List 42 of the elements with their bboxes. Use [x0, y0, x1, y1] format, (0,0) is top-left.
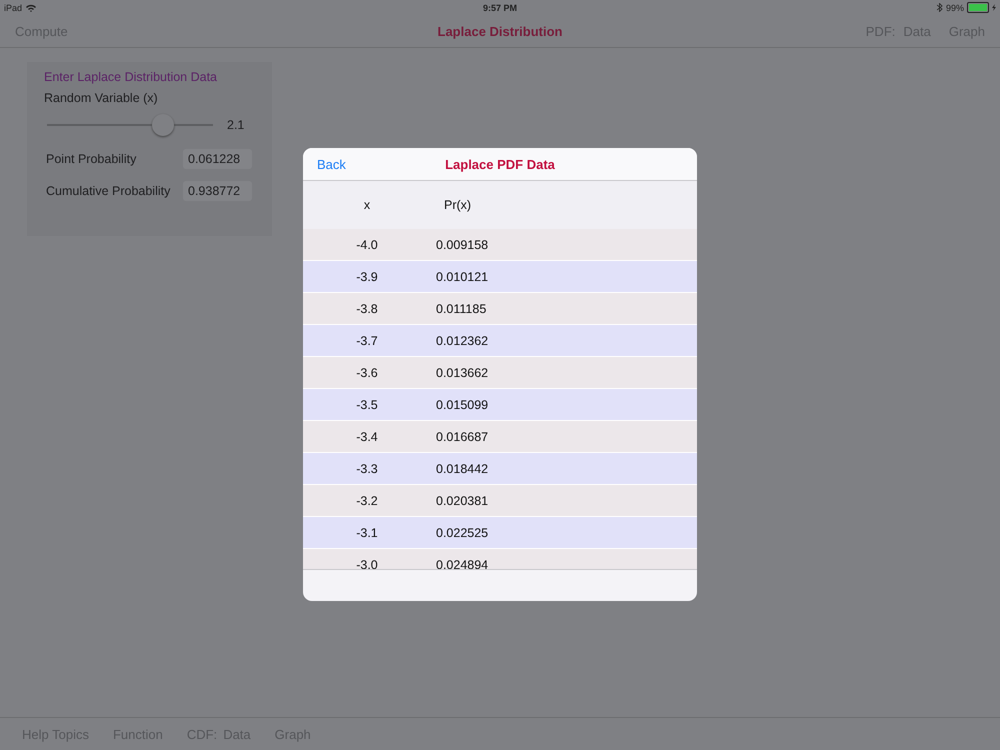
table-cell: 0.022525	[436, 526, 488, 540]
battery-icon	[967, 2, 990, 13]
table-cell-text: -3.1	[355, 526, 379, 540]
slider-label: Random Variable (x)	[44, 91, 159, 105]
screen-title: Laplace Distribution	[438, 24, 562, 38]
table-cell: 0.011185	[436, 302, 486, 316]
slider-thumb[interactable]	[152, 114, 174, 136]
table-cell: 0.020381	[436, 494, 488, 508]
table-cell-text: -3.7	[355, 334, 379, 348]
table-cell: 0.018442	[436, 462, 488, 476]
table-cell-text: -4.0	[355, 238, 379, 252]
output-field: 0.061228	[183, 149, 252, 169]
wifi-icon	[26, 4, 36, 12]
table-cell: 0.015099	[436, 398, 488, 412]
slider-value: 2.1	[227, 118, 244, 132]
clock-time: 9:57 PM	[483, 2, 518, 12]
table-cell: 0.016687	[436, 430, 488, 444]
table-cell-text: -3.2	[355, 494, 379, 508]
charging-icon	[992, 4, 996, 11]
table-cell-text: -3.3	[355, 462, 379, 476]
table-cell-text: -3.0	[355, 558, 379, 569]
column-heading: Pr(x)	[444, 198, 472, 212]
table-cell-text: -3.8	[355, 302, 379, 316]
table-cell: 0.010121	[436, 270, 488, 284]
panel-heading: Enter Laplace Distribution Data	[44, 70, 218, 84]
table-cell: 0.013662	[436, 366, 488, 380]
table-cell-text: -3.9	[355, 270, 379, 284]
table-cell-text: -3.6	[355, 366, 379, 380]
field-label: Point Probability	[46, 152, 138, 166]
table-cell: 0.012362	[436, 334, 488, 348]
field-label: Cumulative Probability	[46, 184, 172, 198]
bluetooth-icon	[937, 3, 943, 12]
column-heading: x	[362, 198, 372, 212]
table-cell-text: -3.4	[355, 430, 379, 444]
modal-title: Laplace PDF Data	[445, 156, 555, 172]
table-cell: 0.009158	[436, 238, 488, 252]
battery-percent: 99%	[946, 2, 964, 12]
table-cell: 0.024894	[436, 558, 488, 569]
back-button[interactable]: Back	[317, 156, 346, 172]
device-name: iPad	[4, 2, 22, 12]
table-cell-text: -3.5	[355, 398, 379, 412]
output-field: 0.938772	[183, 181, 252, 201]
